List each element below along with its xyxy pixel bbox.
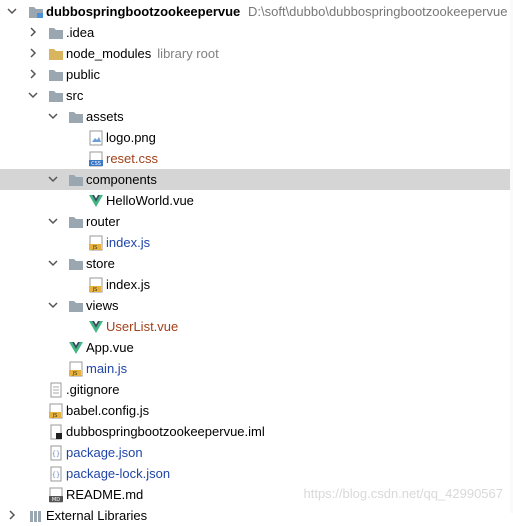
js-file-icon: JS: [89, 235, 103, 251]
tree-label: babel.config.js: [66, 403, 150, 418]
chevron-right-icon[interactable]: [27, 47, 39, 59]
project-name: dubbospringbootzookeepervue: [46, 4, 241, 19]
chevron-down-icon[interactable]: [47, 173, 59, 185]
tree-row-package-lock[interactable]: {} package-lock.json: [0, 463, 513, 484]
tree-row-external-libraries[interactable]: External Libraries: [0, 505, 513, 526]
project-tree: dubbospringbootzookeepervue D:\soft\dubb…: [0, 0, 513, 523]
tree-row-idea[interactable]: .idea: [0, 22, 513, 43]
tree-row-components[interactable]: components: [0, 169, 513, 190]
tree-row-store[interactable]: store: [0, 253, 513, 274]
tree-row-logo[interactable]: logo.png: [0, 127, 513, 148]
image-file-icon: [89, 130, 103, 146]
tree-row-node-modules[interactable]: node_modules library root: [0, 43, 513, 64]
tree-label: logo.png: [106, 130, 156, 145]
tree-label: assets: [86, 109, 124, 124]
folder-icon: [69, 217, 83, 228]
tree-label: public: [66, 67, 100, 82]
folder-icon: [69, 259, 83, 270]
tree-row-public[interactable]: public: [0, 64, 513, 85]
chevron-down-icon[interactable]: [47, 215, 59, 227]
tree-label: App.vue: [86, 340, 134, 355]
tree-label: store: [86, 256, 115, 271]
svg-text:JS: JS: [92, 287, 98, 293]
tree-row-userlist[interactable]: UserList.vue: [0, 316, 513, 337]
folder-icon: [69, 112, 83, 123]
tree-row-assets[interactable]: assets: [0, 106, 513, 127]
chevron-down-icon[interactable]: [47, 299, 59, 311]
tree-label: .idea: [66, 25, 95, 40]
tree-row-project-root[interactable]: dubbospringbootzookeepervue D:\soft\dubb…: [0, 1, 513, 22]
folder-icon: [69, 301, 83, 312]
tree-row-gitignore[interactable]: .gitignore: [0, 379, 513, 400]
tree-label: index.js: [106, 235, 151, 250]
tree-label: router: [86, 214, 120, 229]
svg-text:CSS: CSS: [91, 161, 101, 167]
chevron-down-icon[interactable]: [47, 110, 59, 122]
tree-label: .gitignore: [66, 382, 120, 397]
tree-label: src: [66, 88, 84, 103]
svg-text:{}: {}: [52, 471, 60, 479]
tree-label: dubbospringbootzookeepervue.iml: [66, 424, 265, 439]
tree-label: UserList.vue: [106, 319, 179, 334]
tree-row-app-vue[interactable]: App.vue: [0, 337, 513, 358]
js-file-icon: JS: [69, 361, 83, 377]
tree-label: node_modules library root: [66, 45, 219, 62]
tree-row-reset-css[interactable]: CSS reset.css: [0, 148, 513, 169]
tree-row-main-js[interactable]: JS main.js: [0, 358, 513, 379]
text-file-icon: [50, 382, 62, 398]
svg-text:{}: {}: [52, 450, 60, 458]
tree-label: views: [86, 298, 119, 313]
js-file-icon: JS: [49, 403, 63, 419]
project-folder-icon: [29, 7, 43, 18]
tree-label: README.md: [66, 487, 144, 502]
svg-text:MD: MD: [52, 497, 60, 503]
tree-row-iml[interactable]: dubbospringbootzookeepervue.iml: [0, 421, 513, 442]
chevron-down-icon[interactable]: [47, 257, 59, 269]
tree-label: main.js: [86, 361, 128, 376]
folder-icon: [49, 91, 63, 102]
project-path: D:\soft\dubbo\dubbospringbootzookeepervu…: [248, 4, 508, 19]
folder-icon: [49, 28, 63, 39]
json-file-icon: {}: [50, 445, 62, 461]
svg-text:JS: JS: [72, 371, 78, 377]
tree-label: External Libraries: [46, 508, 148, 523]
vue-file-icon: [89, 321, 103, 333]
library-root-hint: library root: [157, 46, 219, 61]
chevron-down-icon[interactable]: [27, 89, 39, 101]
chevron-down-icon[interactable]: [6, 5, 18, 17]
node-modules-label: node_modules: [66, 46, 152, 61]
folder-icon: [49, 49, 63, 60]
tree-row-babel-config[interactable]: JS babel.config.js: [0, 400, 513, 421]
library-icon: [30, 511, 41, 522]
json-file-icon: {}: [50, 466, 62, 482]
tree-row-helloworld[interactable]: HelloWorld.vue: [0, 190, 513, 211]
tree-row-router[interactable]: router: [0, 211, 513, 232]
watermark: https://blog.csdn.net/qq_42990567: [303, 486, 504, 501]
folder-icon: [49, 70, 63, 81]
js-file-icon: JS: [89, 277, 103, 293]
tree-label: components: [86, 172, 157, 187]
tree-row-views[interactable]: views: [0, 295, 513, 316]
chevron-right-icon[interactable]: [27, 68, 39, 80]
vue-file-icon: [89, 195, 103, 207]
tree-row-store-index[interactable]: JS index.js: [0, 274, 513, 295]
tree-row-src[interactable]: src: [0, 85, 513, 106]
vue-file-icon: [69, 342, 83, 354]
tree-label: reset.css: [106, 151, 159, 166]
folder-icon: [69, 175, 83, 186]
css-file-icon: CSS: [89, 151, 103, 167]
tree-label: index.js: [106, 277, 151, 292]
svg-text:JS: JS: [52, 413, 58, 419]
markdown-file-icon: MD: [49, 487, 63, 503]
svg-text:JS: JS: [92, 245, 98, 251]
chevron-right-icon[interactable]: [27, 26, 39, 38]
tree-label: HelloWorld.vue: [106, 193, 194, 208]
tree-label: package-lock.json: [66, 466, 171, 481]
tree-row-package-json[interactable]: {} package.json: [0, 442, 513, 463]
module-file-icon: [50, 424, 62, 440]
tree-row-router-index[interactable]: JS index.js: [0, 232, 513, 253]
chevron-right-icon[interactable]: [6, 509, 18, 521]
tree-label: package.json: [66, 445, 143, 460]
